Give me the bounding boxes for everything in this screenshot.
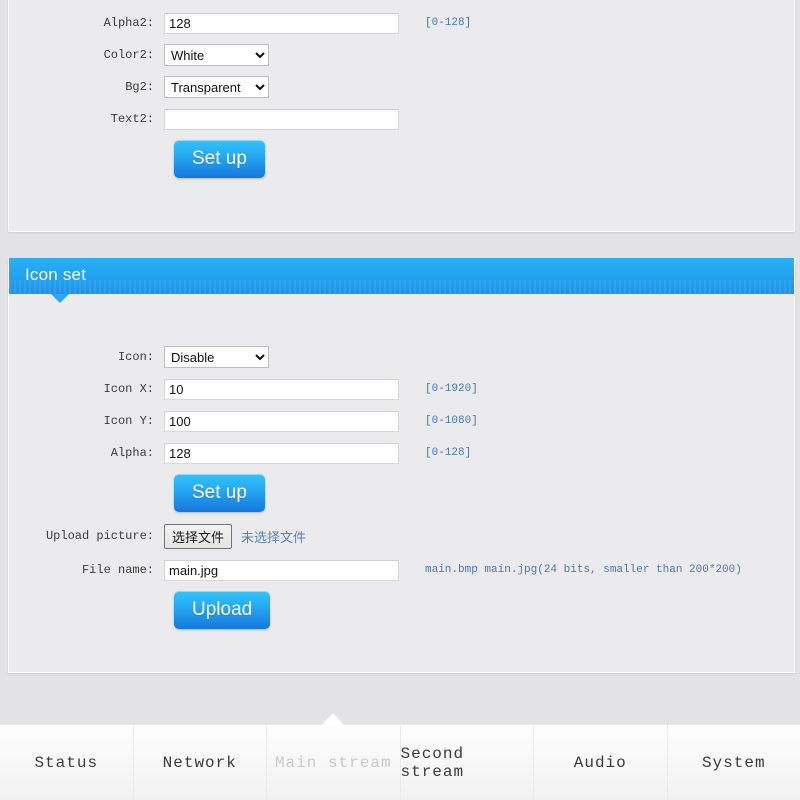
- osd-form: Alpha2: [0-128] Color2: White Bg2: Trans…: [9, 7, 794, 184]
- field-file-name-wrap: [164, 559, 407, 581]
- osd-setup-button-row: Set up: [9, 135, 794, 184]
- form-row-alpha2: Alpha2: [0-128]: [9, 7, 794, 39]
- field-color2-wrap: White: [164, 44, 407, 66]
- field-label-upload-picture: Upload picture:: [45, 529, 154, 543]
- osd-settings-panel: Alpha2: [0-128] Color2: White Bg2: Trans…: [8, 0, 795, 232]
- field-icon-x-wrap: [164, 378, 407, 400]
- field-icon-y-wrap: [164, 410, 407, 432]
- icon-x-input[interactable]: [164, 378, 399, 400]
- field-bg2-wrap: Transparent: [164, 76, 407, 98]
- tab-status[interactable]: Status: [0, 725, 134, 800]
- icon-setup-button[interactable]: Set up: [174, 474, 265, 512]
- tab-main-stream-label: Main stream: [274, 753, 392, 772]
- field-label-text2: Text2:: [110, 112, 154, 126]
- field-alpha2-wrap: [164, 12, 407, 34]
- alpha2-hint: [0-128]: [425, 17, 472, 29]
- field-label-icon: Icon:: [117, 350, 154, 364]
- tab-system[interactable]: System: [668, 725, 800, 800]
- tab-audio-label: Audio: [573, 753, 627, 772]
- field-text2-wrap: [164, 108, 407, 130]
- field-label-file-name: File name:: [81, 563, 154, 577]
- field-icon-wrap: Disable: [164, 346, 407, 368]
- osd-setup-button[interactable]: Set up: [174, 140, 265, 178]
- icon-set-panel: Icon set Icon: Disable Icon X: [0-1920] …: [8, 258, 795, 673]
- upload-button-row: Upload: [9, 586, 794, 635]
- field-alpha-wrap: [164, 442, 407, 464]
- icon-x-hint: [0-1920]: [425, 383, 478, 395]
- field-label-alpha: Alpha:: [110, 446, 154, 460]
- bg2-select[interactable]: Transparent: [164, 76, 269, 98]
- header-caret-icon: [51, 294, 69, 303]
- file-name-hint: main.bmp main.jpg(24 bits, smaller than …: [425, 564, 742, 576]
- tab-second-stream[interactable]: Second stream: [400, 725, 534, 800]
- icon-set-title: Icon set: [25, 265, 87, 284]
- form-row-alpha: Alpha: [0-128]: [9, 437, 794, 469]
- alpha-hint: [0-128]: [425, 447, 472, 459]
- form-row-color2: Color2: White: [9, 39, 794, 71]
- icon-setup-button-row: Set up: [9, 469, 794, 518]
- icon-set-header: Icon set: [9, 258, 794, 303]
- field-label-icon-x: Icon X:: [103, 382, 154, 396]
- alpha-input[interactable]: [164, 442, 399, 464]
- upload-button[interactable]: Upload: [174, 591, 271, 629]
- form-row-icon-y: Icon Y: [0-1080]: [9, 405, 794, 437]
- tab-network-label: Network: [162, 753, 237, 772]
- color2-select[interactable]: White: [164, 44, 269, 66]
- form-row-icon-x: Icon X: [0-1920]: [9, 373, 794, 405]
- field-label-alpha2: Alpha2:: [103, 16, 154, 30]
- active-tab-caret-icon: [322, 713, 345, 725]
- icon-y-input[interactable]: [164, 410, 399, 432]
- form-row-upload-picture: Upload picture: 选择文件 未选择文件: [9, 518, 794, 554]
- tab-status-label: Status: [34, 753, 99, 772]
- tab-system-label: System: [701, 753, 766, 772]
- alpha2-input[interactable]: [164, 12, 399, 34]
- tab-network[interactable]: Network: [134, 725, 267, 800]
- field-label-icon-y: Icon Y:: [103, 414, 154, 428]
- form-row-file-name: File name: main.bmp main.jpg(24 bits, sm…: [9, 554, 794, 586]
- tab-main-stream[interactable]: Main stream: [267, 713, 401, 800]
- header-texture: [9, 280, 794, 294]
- form-row-text2: Text2:: [9, 103, 794, 135]
- tab-audio[interactable]: Audio: [534, 725, 668, 800]
- form-row-bg2: Bg2: Transparent: [9, 71, 794, 103]
- file-name-input[interactable]: [164, 559, 399, 581]
- choose-file-button[interactable]: 选择文件: [164, 523, 233, 549]
- text2-input[interactable]: [164, 108, 399, 130]
- field-label-bg2: Bg2:: [125, 80, 154, 94]
- bottom-tab-bar: Status Network Main stream Second stream…: [0, 713, 800, 800]
- tab-second-stream-label: Second stream: [400, 744, 465, 781]
- icon-set-form: Icon: Disable Icon X: [0-1920] Icon Y: […: [9, 341, 794, 635]
- upload-picture-filebox: 选择文件 未选择文件: [164, 523, 307, 549]
- form-row-icon: Icon: Disable: [9, 341, 794, 373]
- field-label-color2: Color2:: [103, 48, 154, 62]
- choose-file-status: 未选择文件: [241, 529, 307, 545]
- icon-y-hint: [0-1080]: [425, 415, 478, 427]
- icon-select[interactable]: Disable: [164, 346, 269, 368]
